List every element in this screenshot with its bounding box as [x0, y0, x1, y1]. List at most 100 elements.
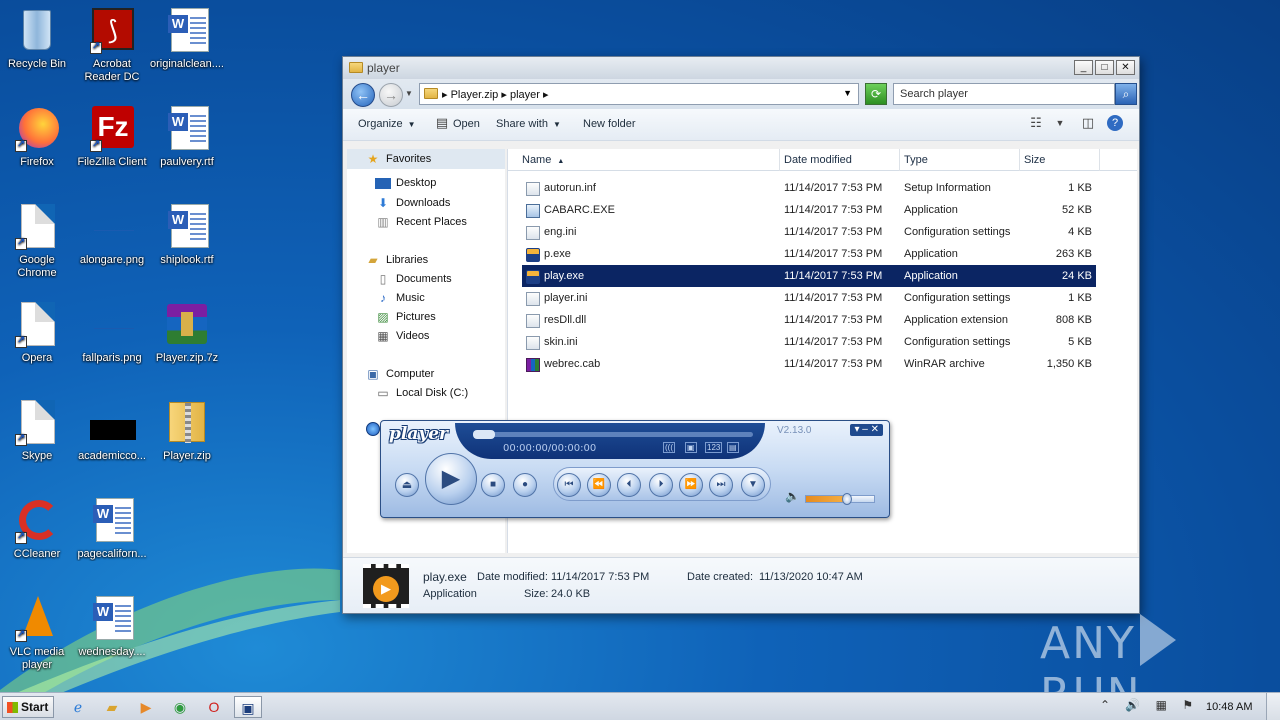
- desktop-icon-item[interactable]: Wpagecaliforn...: [75, 496, 149, 561]
- menu-button[interactable]: ▼: [741, 473, 765, 497]
- preview-pane-icon[interactable]: ◫: [1079, 115, 1097, 133]
- play-button[interactable]: ▶: [425, 453, 477, 505]
- desktop-icon-item[interactable]: Opera: [0, 300, 74, 365]
- desktop-icon-item[interactable]: Firefox: [0, 104, 74, 169]
- prev-frame-button[interactable]: ⏴: [617, 473, 641, 497]
- file-row[interactable]: autorun.inf 11/14/2017 7:53 PM Setup Infor…: [522, 177, 1096, 199]
- desktop-icon-item[interactable]: Wpaulvery.rtf: [150, 104, 224, 169]
- subtitle-icon[interactable]: 123: [705, 442, 723, 453]
- nav-music[interactable]: ♪ Music: [375, 291, 425, 305]
- opera-icon[interactable]: O: [200, 696, 228, 718]
- media-player-taskbar-icon[interactable]: ▶: [132, 696, 160, 718]
- breadcrumb-player[interactable]: player: [510, 89, 540, 101]
- help-icon[interactable]: ?: [1107, 115, 1123, 131]
- file-row[interactable]: webrec.cab 11/14/2017 7:53 PM WinRAR archi…: [522, 353, 1096, 375]
- seek-knob[interactable]: [473, 430, 495, 439]
- search-icon[interactable]: ⌕: [1115, 83, 1137, 105]
- audio-mode-icon[interactable]: (((: [663, 442, 675, 453]
- player-taskbar-icon[interactable]: ▣: [234, 696, 262, 718]
- desktop-icon-item[interactable]: Fz FileZilla Client: [75, 104, 149, 169]
- nav-recent-places[interactable]: ▥ Recent Places: [375, 215, 467, 229]
- eject-button[interactable]: ⏏: [395, 473, 419, 497]
- desktop-icon-item[interactable]: Google Chrome: [0, 202, 74, 280]
- new-folder-button[interactable]: New folder: [583, 118, 636, 130]
- search-input[interactable]: Search player: [893, 83, 1115, 105]
- view-options-icon[interactable]: ☷: [1027, 115, 1045, 133]
- nav-documents[interactable]: ▯ Documents: [375, 272, 452, 286]
- col-date-modified[interactable]: Date modified: [780, 149, 900, 171]
- file-row[interactable]: player.ini 11/14/2017 7:53 PM Configuratio…: [522, 287, 1096, 309]
- explorer-window[interactable]: player _ □ ✕ ← → ▼ ▸ Player.zip ▸ player…: [342, 56, 1140, 614]
- file-row[interactable]: skin.ini 11/14/2017 7:53 PM Configuration …: [522, 331, 1096, 353]
- organize-button[interactable]: Organize ▼: [358, 118, 416, 130]
- stop-button[interactable]: ■: [481, 473, 505, 497]
- volume-slider[interactable]: [805, 493, 875, 505]
- desktop-icon-item[interactable]: Player.zip: [150, 398, 224, 463]
- clock[interactable]: 10:48 AM: [1206, 701, 1252, 713]
- system-tray[interactable]: ⌃ 🔊 ▦ ⚑: [1100, 698, 1199, 712]
- rewind-button[interactable]: ⏪: [587, 473, 611, 497]
- desktop-icon-item[interactable]: Wshiplook.rtf: [150, 202, 224, 267]
- player-window-buttons[interactable]: ▾ – ✕: [850, 424, 883, 436]
- share-with-button[interactable]: Share with ▼: [496, 118, 561, 130]
- desktop-icon-item[interactable]: ⟆ Acrobat Reader DC: [75, 6, 149, 84]
- address-dropdown[interactable]: ▼: [843, 88, 852, 98]
- forward-button[interactable]: ⏩: [679, 473, 703, 497]
- back-button[interactable]: ←: [351, 83, 375, 107]
- view-dropdown-icon[interactable]: ▼: [1051, 118, 1069, 136]
- file-row[interactable]: eng.ini 11/14/2017 7:53 PM Configuration s…: [522, 221, 1096, 243]
- title-bar[interactable]: player _ □ ✕: [343, 57, 1139, 79]
- playlist-icon[interactable]: ▤: [727, 442, 739, 453]
- volume-knob[interactable]: [841, 493, 852, 505]
- nav-videos[interactable]: ▦ Videos: [375, 329, 429, 343]
- desktop-icon-item[interactable]: fallparis.png: [75, 300, 149, 365]
- desktop-icon-item[interactable]: Recycle Bin: [0, 6, 74, 71]
- next-frame-button[interactable]: ⏵: [649, 473, 673, 497]
- file-row[interactable]: CABARC.EXE 11/14/2017 7:53 PM Application 5…: [522, 199, 1096, 221]
- ie-icon[interactable]: ℯ: [64, 696, 92, 718]
- col-size[interactable]: Size: [1020, 149, 1100, 171]
- desktop-icon-item[interactable]: Skype: [0, 398, 74, 463]
- file-name: autorun.inf: [544, 182, 596, 194]
- desktop-icon-item[interactable]: CCleaner: [0, 496, 74, 561]
- record-button[interactable]: ●: [513, 473, 537, 497]
- nav-desktop[interactable]: Desktop: [375, 177, 436, 189]
- minimize-button[interactable]: _: [1074, 60, 1093, 75]
- forward-button[interactable]: →: [379, 83, 403, 107]
- col-name[interactable]: Name ▲: [508, 149, 780, 171]
- desktop-icon-item[interactable]: Player.zip.7z: [150, 300, 224, 365]
- recent-pages-dropdown[interactable]: ▼: [405, 89, 413, 98]
- nav-computer[interactable]: ▣ Computer: [365, 367, 434, 381]
- col-type[interactable]: Type: [900, 149, 1020, 171]
- breadcrumb-player-zip[interactable]: Player.zip: [451, 89, 499, 101]
- close-button[interactable]: ✕: [1116, 60, 1135, 75]
- nav-local-disk[interactable]: ▭ Local Disk (C:): [375, 386, 468, 400]
- desktop-icon-item[interactable]: VLC media player: [0, 594, 74, 672]
- address-bar[interactable]: ▸ Player.zip ▸ player ▸ ▼: [419, 83, 859, 105]
- desktop-icon-item[interactable]: Woriginalclean....: [150, 6, 224, 71]
- maximize-button[interactable]: □: [1095, 60, 1114, 75]
- show-desktop-button[interactable]: [1266, 693, 1280, 720]
- file-row[interactable]: resDll.dll 11/14/2017 7:53 PM Application …: [522, 309, 1096, 331]
- fullscreen-icon[interactable]: ▣: [685, 442, 697, 453]
- file-row[interactable]: p.exe 11/14/2017 7:53 PM Application 263 KB: [522, 243, 1096, 265]
- explorer-taskbar-icon[interactable]: ▰: [98, 696, 126, 718]
- desktop-icon-item[interactable]: alongare.png: [75, 202, 149, 267]
- open-button[interactable]: Open: [453, 118, 480, 130]
- media-player-window[interactable]: player 00:00:00/00:00:00 ((( ▣ 123 ▤ V2.…: [380, 420, 890, 518]
- first-button[interactable]: ⏮: [557, 473, 581, 497]
- refresh-button[interactable]: ⟳: [865, 83, 887, 105]
- speaker-icon[interactable]: 🔈: [785, 489, 800, 503]
- last-button[interactable]: ⏭: [709, 473, 733, 497]
- desktop-icon-item[interactable]: Wwednesday....: [75, 594, 149, 659]
- nav-libraries[interactable]: ▰ Libraries: [365, 253, 428, 267]
- player-tray-icon[interactable]: [366, 422, 380, 436]
- start-button[interactable]: Start: [2, 696, 54, 718]
- nav-downloads[interactable]: ⬇ Downloads: [375, 196, 450, 210]
- nav-pictures[interactable]: ▨ Pictures: [375, 310, 435, 324]
- seek-bar[interactable]: [473, 430, 753, 439]
- desktop-icon-item[interactable]: academicco...: [75, 398, 149, 463]
- file-row[interactable]: play.exe 11/14/2017 7:53 PM Application 24 …: [522, 265, 1096, 287]
- chrome-icon[interactable]: ◉: [166, 696, 194, 718]
- nav-favorites[interactable]: ★ Favorites: [347, 149, 505, 169]
